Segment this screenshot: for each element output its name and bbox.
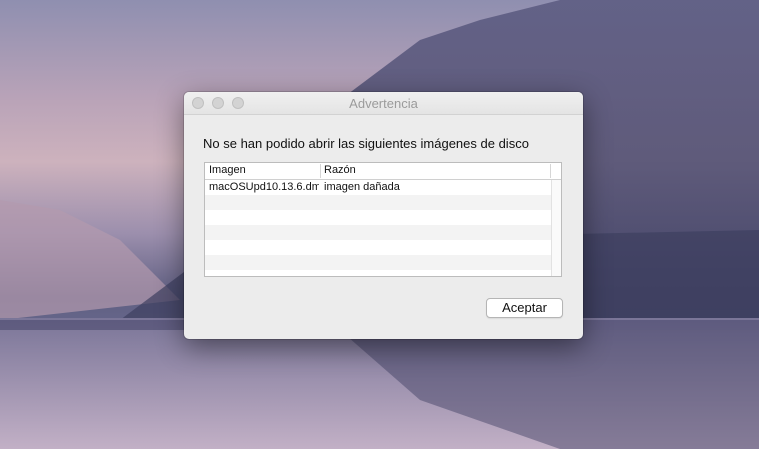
column-divider[interactable] — [320, 164, 321, 178]
accept-button[interactable]: Aceptar — [486, 298, 563, 318]
dialog-message: No se han podido abrir las siguientes im… — [203, 136, 529, 151]
column-header-image[interactable]: Imagen — [209, 164, 246, 176]
column-header-reason[interactable]: Razón — [324, 164, 356, 176]
warning-dialog: Advertencia No se han podido abrir las s… — [184, 92, 583, 339]
table-row[interactable] — [205, 195, 552, 210]
dialog-title: Advertencia — [349, 96, 418, 111]
table-row[interactable] — [205, 210, 552, 225]
image-cell: macOSUpd10.13.6.dm — [209, 181, 319, 193]
table-row[interactable] — [205, 240, 552, 255]
table-body: macOSUpd10.13.6.dm imagen dañada — [205, 180, 552, 270]
table-row[interactable]: macOSUpd10.13.6.dm imagen dañada — [205, 180, 552, 195]
table-row[interactable] — [205, 225, 552, 240]
title-bar[interactable]: Advertencia — [184, 92, 583, 115]
table-row[interactable] — [205, 255, 552, 270]
vertical-scrollbar[interactable] — [551, 180, 561, 276]
column-divider[interactable] — [550, 164, 551, 178]
reason-cell: imagen dañada — [324, 181, 400, 193]
table-header: Imagen Razón — [205, 163, 561, 180]
disk-image-table[interactable]: Imagen Razón macOSUpd10.13.6.dm imagen d… — [204, 162, 562, 277]
